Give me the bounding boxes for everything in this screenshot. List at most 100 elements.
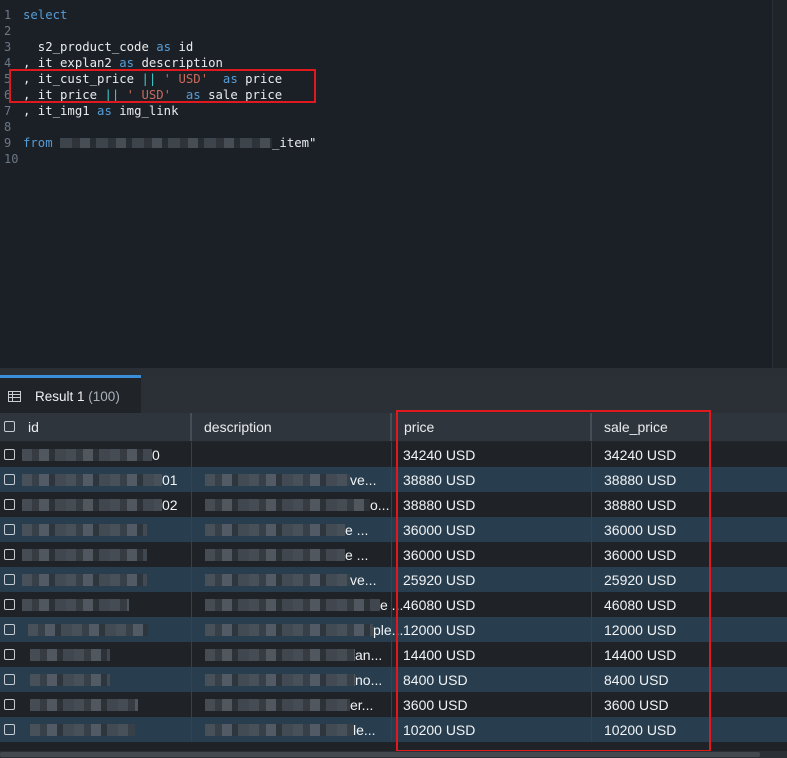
- redacted-id: [22, 524, 147, 536]
- code-line-10[interactable]: 10: [0, 151, 760, 167]
- redacted-id: [22, 449, 152, 461]
- line-number: 1: [4, 8, 12, 22]
- tab-label: Result 1: [35, 389, 85, 404]
- redacted-id: [28, 624, 148, 636]
- description-cell-tail: an...: [355, 647, 383, 663]
- sql-editor[interactable]: 1 select 2 3 s2_product_code as id 4 , i…: [0, 0, 787, 368]
- redacted-description: [205, 499, 370, 511]
- redacted-description: [205, 474, 350, 486]
- column-separator: [191, 492, 192, 517]
- column-separator: [391, 642, 392, 667]
- tab-result-1[interactable]: Result 1 (100): [0, 375, 141, 413]
- redacted-id: [30, 674, 110, 686]
- editor-scrollbar[interactable]: [772, 0, 787, 368]
- description-cell-tail: o...: [370, 497, 390, 513]
- redacted-id: [30, 699, 138, 711]
- code-line-2[interactable]: 2: [0, 23, 760, 39]
- select-all-checkbox[interactable]: [4, 421, 15, 432]
- row-checkbox[interactable]: [4, 624, 15, 635]
- description-cell-tail: ve...: [350, 472, 377, 488]
- redacted-description: [205, 624, 373, 636]
- results-tab-bar: Result 1 (100): [0, 375, 787, 413]
- column-separator: [391, 667, 392, 692]
- description-cell-tail: no...: [355, 672, 383, 688]
- row-checkbox[interactable]: [4, 674, 15, 685]
- redacted-description: [205, 674, 355, 686]
- row-checkbox[interactable]: [4, 524, 15, 535]
- code-highlight-box: [9, 69, 316, 103]
- column-separator: [191, 642, 192, 667]
- row-checkbox[interactable]: [4, 699, 15, 710]
- description-cell-tail: e ...: [345, 547, 369, 563]
- column-separator: [191, 542, 192, 567]
- line-number: 3: [4, 40, 12, 54]
- column-separator: [391, 692, 392, 717]
- redacted-id: [30, 724, 135, 736]
- line-number: 9: [4, 136, 12, 150]
- row-checkbox[interactable]: [4, 474, 15, 485]
- code-line-8[interactable]: 8: [0, 119, 760, 135]
- redacted-description: [205, 574, 350, 586]
- line-number: 8: [4, 120, 12, 134]
- price-columns-highlight-box: [396, 410, 711, 752]
- row-checkbox[interactable]: [4, 499, 15, 510]
- id-cell-tail: 0: [152, 447, 160, 463]
- table-name-suffix: _item": [272, 136, 317, 150]
- column-separator: [191, 517, 192, 542]
- horizontal-scrollbar[interactable]: [0, 751, 787, 758]
- column-separator: [391, 617, 392, 642]
- id-cell-tail: 01: [162, 472, 178, 488]
- table-grid-icon: [8, 391, 21, 402]
- keyword-select: select: [23, 8, 68, 22]
- row-checkbox[interactable]: [4, 649, 15, 660]
- description-cell-tail: e ...: [345, 522, 369, 538]
- id-cell-tail: 02: [162, 497, 178, 513]
- line-number: 7: [4, 104, 12, 118]
- column-separator: [191, 692, 192, 717]
- code-alias: img_link: [111, 104, 179, 118]
- column-header-id[interactable]: id: [16, 413, 192, 441]
- code-line-9[interactable]: 9 from _item": [0, 135, 760, 151]
- keyword-as: as: [97, 104, 112, 118]
- code-line-1[interactable]: 1 select: [0, 7, 760, 23]
- redacted-id: [22, 499, 162, 511]
- keyword-as: as: [156, 40, 172, 54]
- code-line-3[interactable]: 3 s2_product_code as id: [0, 39, 760, 55]
- redacted-description: [205, 649, 355, 661]
- column-separator: [191, 617, 192, 642]
- column-header-description[interactable]: description: [192, 413, 392, 441]
- code-alias: id: [171, 40, 194, 54]
- line-number: 2: [4, 24, 12, 38]
- redacted-id: [22, 549, 147, 561]
- column-separator: [191, 567, 192, 592]
- code-line-7[interactable]: 7 , it_img1 as img_link: [0, 103, 760, 119]
- redacted-id: [22, 574, 147, 586]
- redacted-description: [205, 699, 350, 711]
- column-separator: [391, 592, 392, 617]
- description-cell-tail: le...: [353, 722, 376, 738]
- code-expression: s2_product_code: [23, 40, 157, 54]
- redacted-table-name: [60, 137, 273, 148]
- column-separator: [391, 442, 392, 467]
- keyword-from: from: [23, 136, 53, 150]
- redacted-id: [30, 649, 110, 661]
- row-checkbox[interactable]: [4, 599, 15, 610]
- keyword-as: as: [119, 56, 135, 70]
- column-separator: [391, 567, 392, 592]
- scrollbar-thumb[interactable]: [0, 752, 760, 757]
- column-separator: [391, 467, 392, 492]
- row-checkbox[interactable]: [4, 724, 15, 735]
- code-expression: , it_explan2: [23, 56, 120, 70]
- column-separator: [391, 492, 392, 517]
- row-checkbox[interactable]: [4, 549, 15, 560]
- description-cell-tail: ve...: [350, 572, 377, 588]
- row-checkbox[interactable]: [4, 574, 15, 585]
- description-cell-tail: er...: [350, 697, 374, 713]
- column-separator: [191, 667, 192, 692]
- redacted-description: [205, 549, 345, 561]
- row-checkbox[interactable]: [4, 449, 15, 460]
- redacted-id: [22, 599, 129, 611]
- column-separator: [391, 542, 392, 567]
- column-separator: [191, 467, 192, 492]
- redacted-id: [22, 474, 162, 486]
